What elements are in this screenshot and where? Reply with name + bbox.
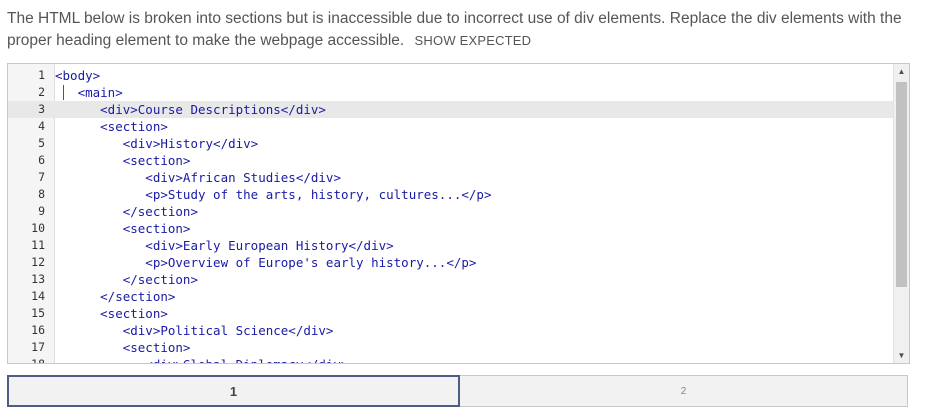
code-lines[interactable]: 1 <body> 2 <main> 3 <div>Course Description… (8, 67, 894, 364)
line-number: 14 (31, 289, 45, 303)
code-text[interactable]: <div>Early European History</div> (55, 237, 393, 254)
code-text[interactable]: <div>African Studies</div> (55, 169, 341, 186)
code-text[interactable]: <div>Political Science</div> (55, 322, 334, 339)
code-line[interactable]: 1 <body> (8, 67, 894, 84)
code-line[interactable]: 5 <div>History</div> (8, 135, 894, 152)
instructions: The HTML below is broken into sections b… (7, 8, 912, 52)
code-text[interactable]: </section> (55, 288, 175, 305)
line-number: 1 (38, 68, 45, 82)
scroll-up-icon[interactable]: ▲ (894, 64, 909, 79)
code-text[interactable]: <div>History</div> (55, 135, 258, 152)
code-editor[interactable]: 1 <body> 2 <main> 3 <div>Course Description… (7, 63, 910, 364)
code-line[interactable]: 15 <section> (8, 305, 894, 322)
page-1-button[interactable]: 1 (7, 375, 460, 407)
line-number: 4 (38, 119, 45, 133)
line-number: 11 (31, 238, 45, 252)
line-number: 16 (31, 323, 45, 337)
code-line[interactable]: 12 <p>Overview of Europe's early history… (8, 254, 894, 271)
line-number: 3 (38, 102, 45, 116)
code-text[interactable]: <section> (55, 152, 191, 169)
code-text[interactable]: <section> (55, 118, 168, 135)
code-text[interactable]: <main> (55, 84, 123, 101)
code-text[interactable]: <p>Overview of Europe's early history...… (55, 254, 476, 271)
page-2-button[interactable]: 2 (460, 375, 908, 407)
code-text[interactable]: </section> (55, 203, 198, 220)
line-number: 12 (31, 255, 45, 269)
code-text[interactable]: <body> (55, 67, 100, 84)
code-line[interactable]: 14 </section> (8, 288, 894, 305)
code-text[interactable]: <div>Global Diplomacy</div> (55, 356, 348, 363)
code-text[interactable]: <section> (55, 220, 191, 237)
code-text[interactable]: <section> (55, 339, 191, 356)
code-line[interactable]: 16 <div>Political Science</div> (8, 322, 894, 339)
line-number: 6 (38, 153, 45, 167)
code-line[interactable]: 6 <section> (8, 152, 894, 169)
code-line[interactable]: 3 <div>Course Descriptions</div> (8, 101, 894, 118)
line-number: 10 (31, 221, 45, 235)
line-number: 9 (38, 204, 45, 218)
code-line[interactable]: 18 <div>Global Diplomacy</div> (8, 356, 894, 364)
code-text[interactable]: <div>Course Descriptions</div> (55, 101, 326, 118)
scrollbar-thumb[interactable] (896, 82, 907, 287)
code-line[interactable]: 13 </section> (8, 271, 894, 288)
line-number: 15 (31, 306, 45, 320)
line-number: 7 (38, 170, 45, 184)
level-pager: 1 2 (7, 375, 908, 407)
code-line[interactable]: 8 <p>Study of the arts, history, culture… (8, 186, 894, 203)
code-line[interactable]: 17 <section> (8, 339, 894, 356)
code-line[interactable]: 9 </section> (8, 203, 894, 220)
code-line[interactable]: 11 <div>Early European History</div> (8, 237, 894, 254)
line-number: 17 (31, 340, 45, 354)
code-line[interactable]: 4 <section> (8, 118, 894, 135)
code-line[interactable]: 10 <section> (8, 220, 894, 237)
code-text[interactable]: </section> (55, 271, 198, 288)
line-number: 2 (38, 85, 45, 99)
code-text[interactable]: <p>Study of the arts, history, cultures.… (55, 186, 491, 203)
line-number: 8 (38, 187, 45, 201)
code-line[interactable]: 2 <main> (8, 84, 894, 101)
scroll-down-icon[interactable]: ▼ (894, 348, 909, 363)
code-line[interactable]: 7 <div>African Studies</div> (8, 169, 894, 186)
vertical-scrollbar[interactable]: ▲ ▼ (893, 64, 909, 363)
line-number: 18 (31, 357, 45, 364)
code-text[interactable]: <section> (55, 305, 168, 322)
line-number: 13 (31, 272, 45, 286)
line-number: 5 (38, 136, 45, 150)
show-expected-button[interactable]: SHOW EXPECTED (415, 33, 532, 48)
